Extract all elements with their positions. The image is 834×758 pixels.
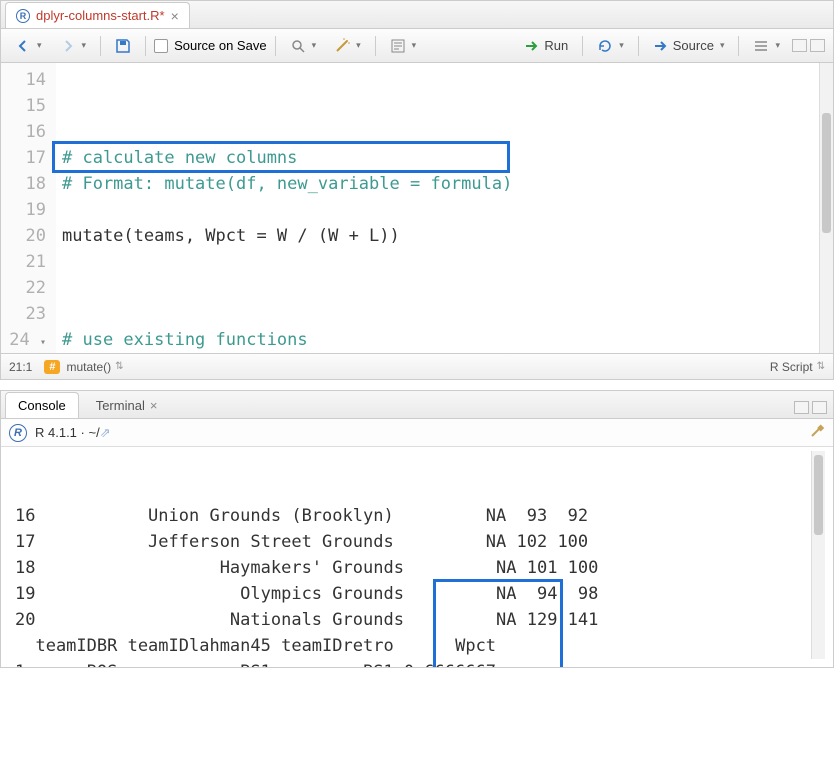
sort-arrows-icon[interactable]: ⇅ <box>115 361 123 372</box>
tab-console[interactable]: Console <box>5 392 79 418</box>
run-button[interactable]: Run <box>518 35 574 57</box>
scope-chip-icon: # <box>44 360 60 374</box>
editor-toolbar: Source on Save Run Source <box>1 29 833 63</box>
r-file-icon: R <box>16 9 30 23</box>
notebook-button[interactable] <box>384 35 423 57</box>
source-pane: R dplyr-columns-start.R* × Source on Sav… <box>0 0 834 380</box>
console-pane: Console Terminal × R R 4.1.1 · ~/⇗ 16 Uni… <box>0 390 834 668</box>
toolbar-separator <box>582 36 583 56</box>
run-label: Run <box>544 38 568 53</box>
highlight-box-mutate <box>52 141 510 173</box>
maximize-pane-icon[interactable] <box>812 401 827 414</box>
line-gutter: 1415161718192021222324 ▾ <box>1 63 56 353</box>
outline-button[interactable] <box>747 35 786 57</box>
source-on-save-checkbox[interactable] <box>154 39 168 53</box>
code-area[interactable]: # calculate new columns# Format: mutate(… <box>56 63 819 353</box>
scope-label[interactable]: mutate() <box>66 360 111 374</box>
source-button[interactable]: Source <box>647 35 731 57</box>
file-tab-label: dplyr-columns-start.R* <box>36 8 165 23</box>
console-tabbar: Console Terminal × <box>1 391 833 419</box>
toolbar-separator <box>738 36 739 56</box>
toolbar-separator <box>145 36 146 56</box>
close-icon[interactable]: × <box>150 398 158 413</box>
close-icon[interactable]: × <box>171 8 179 24</box>
highlight-box-wpct <box>433 579 563 667</box>
source-on-save-label: Source on Save <box>174 38 267 53</box>
toolbar-separator <box>638 36 639 56</box>
editor-statusbar: 21:1 # mutate() ⇅ R Script ⇅ <box>1 353 833 379</box>
back-button[interactable] <box>9 35 48 57</box>
toolbar-separator <box>100 36 101 56</box>
source-label: Source <box>673 38 714 53</box>
console-scrollbar[interactable] <box>811 451 825 659</box>
editor-tabbar: R dplyr-columns-start.R* × <box>1 1 833 29</box>
sort-arrows-icon[interactable]: ⇅ <box>817 361 825 372</box>
console-output[interactable]: 16 Union Grounds (Brooklyn) NA 93 9217 J… <box>1 447 833 667</box>
pane-window-controls <box>792 39 825 52</box>
wand-button[interactable] <box>328 35 367 57</box>
r-version: R 4.1.1 <box>35 425 77 440</box>
clear-console-icon[interactable] <box>809 423 825 442</box>
minimize-pane-icon[interactable] <box>794 401 809 414</box>
working-dir[interactable]: ~/ <box>88 425 99 440</box>
code-editor[interactable]: 1415161718192021222324 ▾ # calculate new… <box>1 63 833 353</box>
maximize-pane-icon[interactable] <box>810 39 825 52</box>
tab-terminal[interactable]: Terminal × <box>83 392 171 418</box>
cursor-position: 21:1 <box>9 360 32 374</box>
editor-scrollbar[interactable] <box>819 63 833 353</box>
toolbar-separator <box>275 36 276 56</box>
file-tab[interactable]: R dplyr-columns-start.R* × <box>5 2 190 28</box>
language-label[interactable]: R Script <box>770 360 813 374</box>
tab-terminal-label: Terminal <box>96 398 145 413</box>
console-info-bar: R R 4.1.1 · ~/⇗ <box>1 419 833 447</box>
toolbar-separator <box>375 36 376 56</box>
tab-console-label: Console <box>18 398 66 413</box>
save-button[interactable] <box>109 35 137 57</box>
r-logo-icon: R <box>9 424 27 442</box>
rerun-button[interactable] <box>591 35 630 57</box>
forward-button[interactable] <box>54 35 93 57</box>
find-button[interactable] <box>284 35 323 57</box>
minimize-pane-icon[interactable] <box>792 39 807 52</box>
